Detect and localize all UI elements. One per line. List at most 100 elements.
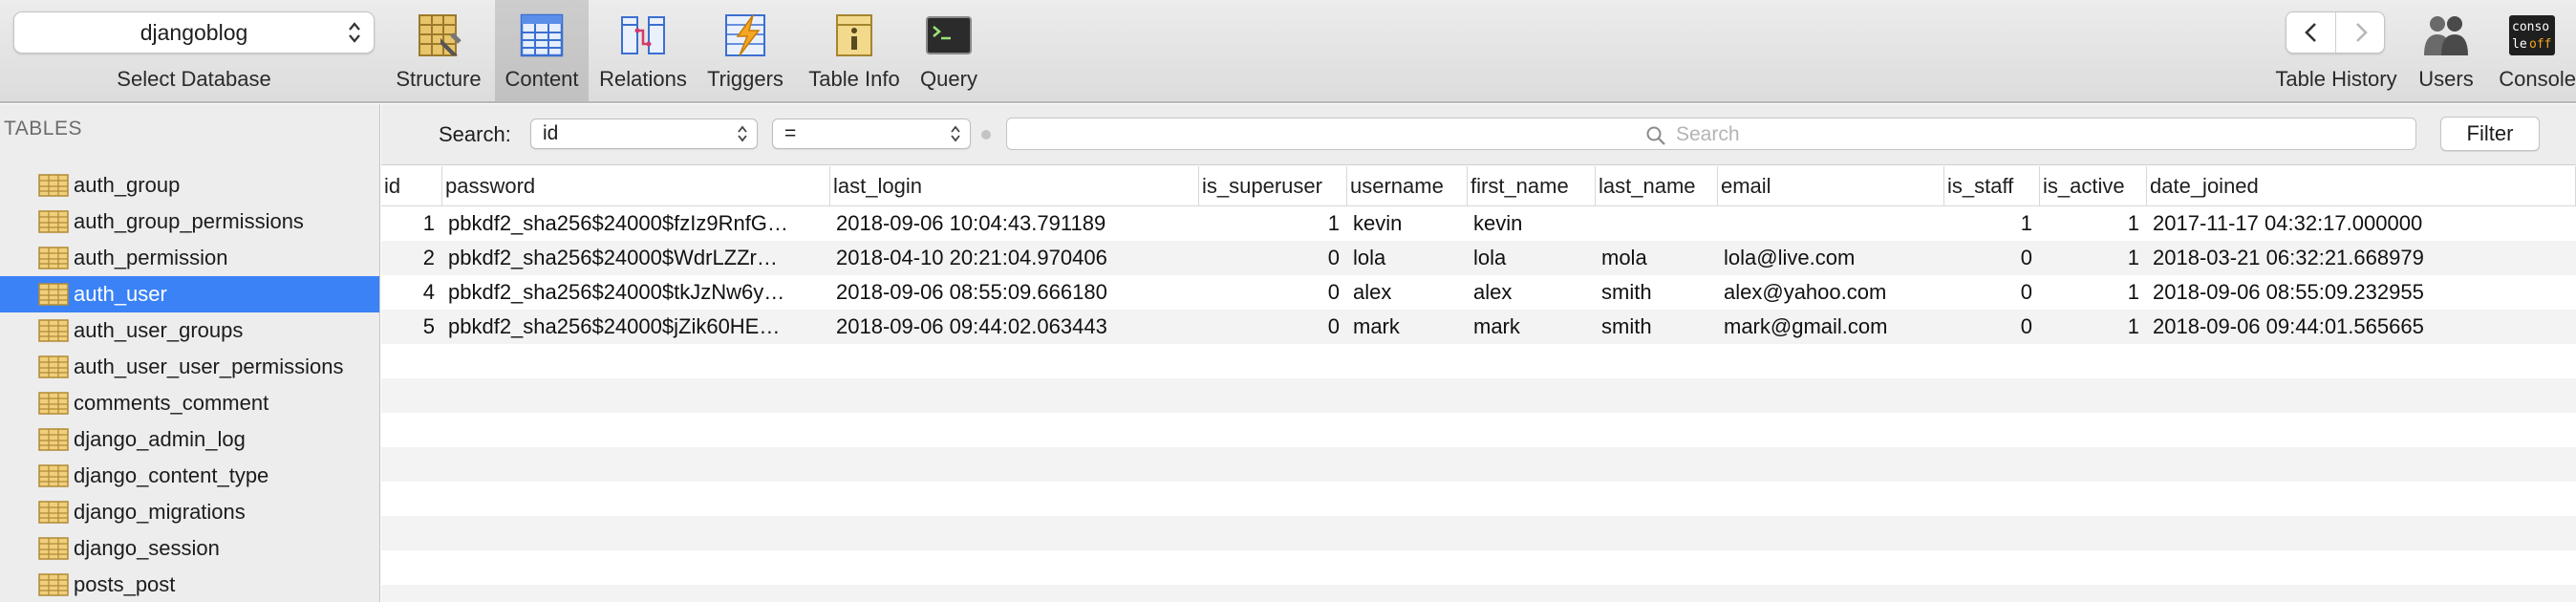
structure-button[interactable]: Structure (386, 0, 491, 101)
table-info-button[interactable]: Table Info (797, 0, 912, 101)
cell-last-login[interactable]: 2018-09-06 10:04:43.791189 (830, 206, 1199, 241)
cell-is-active[interactable]: 1 (2040, 275, 2147, 310)
cell-last-name[interactable]: smith (1596, 275, 1718, 310)
cell-email[interactable]: mark@gmail.com (1718, 310, 1944, 344)
cell-last-name[interactable] (1596, 206, 1718, 241)
sidebar-item-label: auth_permission (74, 246, 228, 269)
cell-is-active[interactable]: 1 (2040, 310, 2147, 344)
cell-is-superuser[interactable]: 0 (1199, 275, 1347, 310)
cell-id[interactable]: 5 (381, 310, 442, 344)
sidebar-item-auth-user-groups[interactable]: auth_user_groups (0, 312, 379, 349)
cell-is-staff[interactable]: 0 (1944, 310, 2040, 344)
sidebar-item-auth-permission[interactable]: auth_permission (0, 240, 379, 276)
triggers-button-label: Triggers (707, 67, 784, 91)
relations-icon (621, 16, 665, 54)
cell-date-joined[interactable]: 2017-11-17 04:32:17.000000 (2147, 206, 2576, 241)
cell-username[interactable]: mark (1347, 310, 1468, 344)
cell-id[interactable]: 1 (381, 206, 442, 241)
relations-button[interactable]: Relations (592, 0, 694, 101)
table-icon (38, 501, 69, 524)
content-button[interactable]: Content (495, 0, 589, 101)
cell-password[interactable]: pbkdf2_sha256$24000$tkJzNw6y… (442, 275, 830, 310)
cell-password[interactable]: pbkdf2_sha256$24000$jZik60HE… (442, 310, 830, 344)
cell-is-superuser[interactable]: 1 (1199, 206, 1347, 241)
cell-is-superuser[interactable]: 0 (1199, 310, 1347, 344)
table-row[interactable]: 5 pbkdf2_sha256$24000$jZik60HE… 2018-09-06… (381, 310, 2576, 344)
sidebar-item-comments-comment[interactable]: comments_comment (0, 385, 379, 421)
column-header-id[interactable]: id (381, 166, 442, 206)
sidebar-item-django-migrations[interactable]: django_migrations (0, 494, 379, 530)
cell-is-staff[interactable]: 0 (1944, 275, 2040, 310)
column-header-password[interactable]: password (442, 166, 830, 206)
cell-date-joined[interactable]: 2018-09-06 09:44:01.565665 (2147, 310, 2576, 344)
sidebar-item-label: posts_post (74, 572, 176, 596)
cell-is-staff[interactable]: 1 (1944, 206, 2040, 241)
users-button[interactable]: Users (2410, 0, 2482, 101)
cell-username[interactable]: lola (1347, 241, 1468, 275)
column-header-date-joined[interactable]: date_joined (2147, 166, 2576, 206)
table-row[interactable]: 2 pbkdf2_sha256$24000$WdrLZZr… 2018-04-10 … (381, 241, 2576, 275)
cell-first-name[interactable]: lola (1468, 241, 1596, 275)
operator-select[interactable]: = (772, 118, 971, 149)
cell-password[interactable]: pbkdf2_sha256$24000$fzIz9RnfG… (442, 206, 830, 241)
sidebar-item-django-content-type[interactable]: django_content_type (0, 458, 379, 494)
search-input[interactable]: Search (1006, 118, 2416, 150)
filter-button[interactable]: Filter (2440, 117, 2540, 151)
table-row[interactable]: 4 pbkdf2_sha256$24000$tkJzNw6y… 2018-09-06… (381, 275, 2576, 310)
cell-last-login[interactable]: 2018-09-06 09:44:02.063443 (830, 310, 1199, 344)
cell-last-name[interactable]: mola (1596, 241, 1718, 275)
chevron-updown-icon (349, 22, 360, 43)
cell-email[interactable] (1718, 206, 1944, 241)
column-header-is-superuser[interactable]: is_superuser (1199, 166, 1347, 206)
cell-last-login[interactable]: 2018-09-06 08:55:09.666180 (830, 275, 1199, 310)
sidebar-item-django-admin-log[interactable]: django_admin_log (0, 421, 379, 458)
column-header-last-name[interactable]: last_name (1596, 166, 1718, 206)
triggers-button[interactable]: Triggers (698, 0, 793, 101)
cell-username[interactable]: kevin (1347, 206, 1468, 241)
column-header-is-active[interactable]: is_active (2040, 166, 2147, 206)
sidebar-item-auth-user-user-permissions[interactable]: auth_user_user_permissions (0, 349, 379, 385)
sidebar-item-django-session[interactable]: django_session (0, 530, 379, 567)
console-badge-line1: conso (2512, 20, 2549, 34)
cell-date-joined[interactable]: 2018-09-06 08:55:09.232955 (2147, 275, 2576, 310)
cell-first-name[interactable]: alex (1468, 275, 1596, 310)
console-badge-line3: off (2529, 37, 2551, 52)
column-header-last-login[interactable]: last_login (830, 166, 1199, 206)
empty-row (381, 482, 2576, 516)
cell-is-active[interactable]: 1 (2040, 241, 2147, 275)
sidebar-item-auth-group-permissions[interactable]: auth_group_permissions (0, 204, 379, 240)
cell-is-superuser[interactable]: 0 (1199, 241, 1347, 275)
table-history-button[interactable]: Table History (2266, 0, 2406, 101)
query-icon (926, 16, 972, 54)
sidebar-item-label: comments_comment (74, 391, 269, 415)
cell-password[interactable]: pbkdf2_sha256$24000$WdrLZZr… (442, 241, 830, 275)
cell-is-staff[interactable]: 0 (1944, 241, 2040, 275)
cell-first-name[interactable]: mark (1468, 310, 1596, 344)
cell-last-login[interactable]: 2018-04-10 20:21:04.970406 (830, 241, 1199, 275)
cell-email[interactable]: lola@live.com (1718, 241, 1944, 275)
sidebar-item-auth-group[interactable]: auth_group (0, 167, 379, 204)
console-button[interactable]: conso le off Console (2488, 0, 2576, 101)
query-button[interactable]: Query (913, 0, 984, 101)
table-icon (38, 210, 69, 233)
sidebar-item-posts-post[interactable]: posts_post (0, 567, 379, 602)
sidebar-item-auth-user[interactable]: auth_user (0, 276, 379, 312)
column-header-is-staff[interactable]: is_staff (1944, 166, 2040, 206)
table-row[interactable]: 1 pbkdf2_sha256$24000$fzIz9RnfG… 2018-09-0… (381, 206, 2576, 241)
field-select[interactable]: id (530, 118, 758, 149)
cell-is-active[interactable]: 1 (2040, 206, 2147, 241)
cell-first-name[interactable]: kevin (1468, 206, 1596, 241)
sidebar-item-label: auth_group (74, 173, 181, 197)
cell-id[interactable]: 2 (381, 241, 442, 275)
cell-last-name[interactable]: smith (1596, 310, 1718, 344)
empty-row (381, 344, 2576, 378)
cell-id[interactable]: 4 (381, 275, 442, 310)
column-header-first-name[interactable]: first_name (1468, 166, 1596, 206)
cell-email[interactable]: alex@yahoo.com (1718, 275, 1944, 310)
cell-username[interactable]: alex (1347, 275, 1468, 310)
cell-date-joined[interactable]: 2018-03-21 06:32:21.668979 (2147, 241, 2576, 275)
column-header-username[interactable]: username (1347, 166, 1468, 206)
table-icon (38, 174, 69, 197)
database-select[interactable]: djangoblog (13, 11, 375, 54)
column-header-email[interactable]: email (1718, 166, 1944, 206)
